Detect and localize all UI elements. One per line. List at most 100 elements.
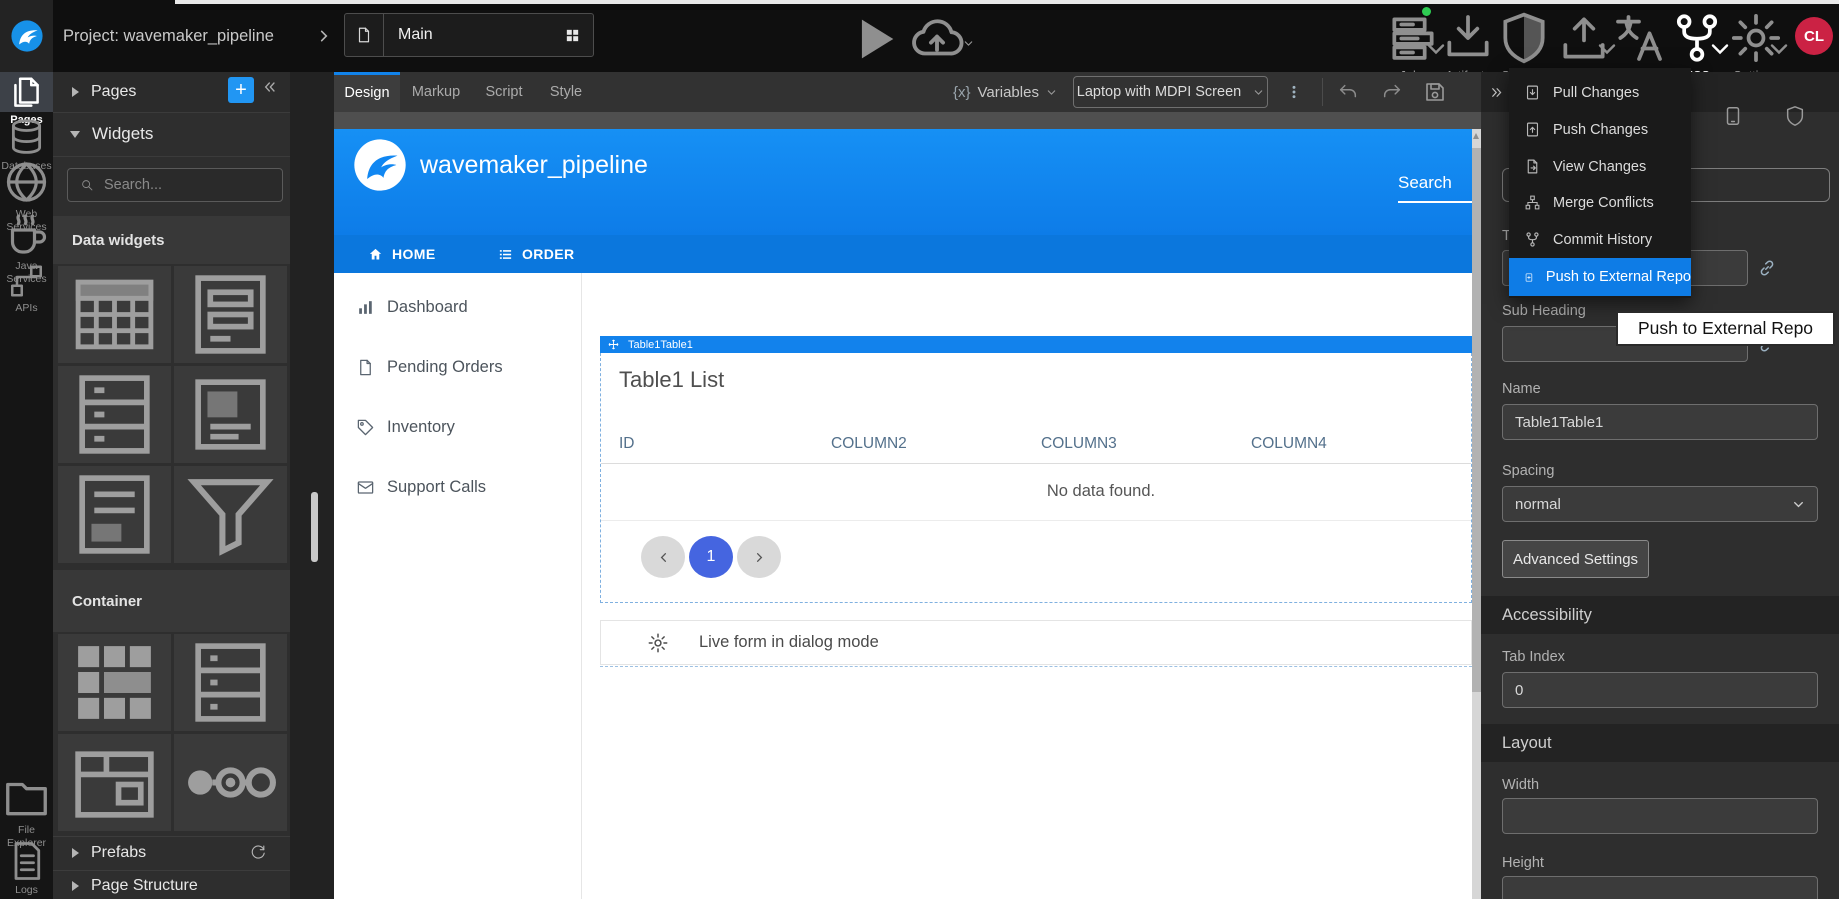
tab-style[interactable]: Style [536, 72, 596, 112]
menu-item-push-changes[interactable]: Push Changes [1509, 111, 1691, 148]
sidenav-item-support-calls[interactable]: Support Calls [334, 467, 582, 507]
layout-section-header[interactable]: Layout [1481, 724, 1839, 762]
pages-header-row[interactable]: Pages + [53, 72, 290, 113]
add-page-button[interactable]: + [228, 77, 254, 103]
rail-item-logs[interactable]: Logs [0, 840, 53, 882]
search-icon [80, 178, 94, 192]
tab-markup[interactable]: Markup [400, 72, 472, 112]
sidenav-item-dashboard[interactable]: Dashboard [334, 287, 582, 327]
sidenav-item-inventory[interactable]: Inventory [334, 407, 582, 447]
menu-item-merge-conflicts[interactable]: Merge Conflicts [1509, 184, 1691, 221]
menu-item-commit-history[interactable]: Commit History [1509, 221, 1691, 258]
collapse-panel-icon[interactable] [262, 79, 278, 95]
tab-script[interactable]: Script [472, 72, 536, 112]
page-file-icon [345, 14, 384, 56]
deploy-chevron-icon[interactable] [963, 38, 974, 49]
widget-tile-live-form[interactable]: Live Form [58, 466, 171, 563]
gap-scrollbar-thumb[interactable] [311, 492, 318, 562]
widget-dashed-boundary [600, 666, 1472, 667]
tab-design[interactable]: Design [334, 72, 400, 112]
move-handle-icon[interactable] [608, 339, 619, 350]
title-bind-link-icon[interactable] [1757, 258, 1777, 278]
device-preview-icon[interactable] [1722, 105, 1744, 127]
menu-item-pull-changes[interactable]: Pull Changes [1509, 74, 1691, 111]
device-chevron-icon [1253, 87, 1264, 98]
widget-tile-cards[interactable]: Cards [174, 366, 287, 463]
canvas-scrollbar-thumb[interactable] [1472, 148, 1481, 692]
push-external-repo-icon [1524, 269, 1534, 286]
widget-search-input[interactable]: Search... [67, 168, 283, 202]
chevron-left-icon [657, 551, 670, 564]
scrollbar-up-arrow-icon[interactable] [1473, 133, 1479, 139]
device-selector[interactable]: Laptop with MDPI Screen [1073, 76, 1268, 108]
widget-tile-accordion[interactable]: Accordion [174, 634, 287, 731]
redo-icon[interactable] [1381, 81, 1403, 103]
nav-item-home[interactable]: HOME [368, 235, 436, 273]
user-avatar[interactable]: CL [1795, 17, 1833, 55]
grid-layout-icon [58, 634, 171, 731]
tab-index-input[interactable]: 0 [1502, 672, 1818, 708]
widget-tile-list[interactable]: List [58, 366, 171, 463]
grid-view-icon[interactable] [564, 27, 581, 44]
rail-item-java-services[interactable]: Java Services [0, 210, 53, 258]
menu-item-push-to-external-repo[interactable]: Push to External Repo [1509, 258, 1691, 296]
selected-widget-tag[interactable]: Table1Table1 [600, 336, 1472, 353]
app-search-link[interactable]: Search [1398, 173, 1452, 193]
pagination-next-button[interactable] [737, 536, 781, 578]
rail-item-web-services[interactable]: Web Services [0, 158, 53, 206]
commit-history-icon [1524, 231, 1541, 248]
database-icon [0, 116, 53, 158]
name-input[interactable]: Table1Table1 [1502, 404, 1818, 440]
spacing-select[interactable]: normal [1502, 486, 1818, 522]
page-tab-label: Main [398, 26, 433, 44]
security-shield-icon [1496, 10, 1552, 66]
page-tab-main[interactable]: Main [344, 13, 594, 57]
column-header-column3[interactable]: COLUMN3 [1041, 435, 1117, 453]
canvas-scrollbar[interactable] [1472, 129, 1481, 899]
variables-button[interactable]: {x} Variables [953, 72, 1057, 112]
prefabs-header-row[interactable]: Prefabs [53, 836, 290, 869]
expand-panel-icon[interactable] [1489, 85, 1504, 100]
column-header-column4[interactable]: COLUMN4 [1251, 435, 1327, 453]
menu-item-view-changes[interactable]: View Changes [1509, 148, 1691, 185]
app-header[interactable]: wavemaker_pipeline Search [334, 129, 1472, 235]
variables-x-icon: {x} [953, 84, 971, 101]
widget-search-placeholder: Search... [104, 177, 162, 193]
live-form-dialog-bar[interactable]: Live form in dialog mode [600, 620, 1472, 665]
nav-item-order[interactable]: ORDER [498, 235, 575, 273]
width-input[interactable] [1502, 798, 1818, 834]
height-input[interactable] [1502, 876, 1818, 899]
kebab-menu-icon[interactable] [1286, 81, 1302, 103]
save-icon[interactable] [1423, 80, 1447, 104]
page-structure-caret-icon [72, 881, 79, 891]
table-empty-row: No data found. [601, 464, 1471, 521]
section-container: Container [53, 570, 290, 632]
app-logo-icon [352, 137, 408, 193]
column-header-id[interactable]: ID [619, 435, 635, 453]
page-structure-header-row[interactable]: Page Structure [53, 870, 290, 899]
undo-icon[interactable] [1337, 81, 1359, 103]
sidenav-item-pending-orders[interactable]: Pending Orders [334, 347, 582, 387]
widgets-header-row[interactable]: Widgets [53, 112, 290, 157]
widget-tile-live-filter[interactable]: Live Filter [174, 466, 287, 563]
widget-tile-data-table[interactable]: Data Table [58, 266, 171, 363]
accessibility-section-header[interactable]: Accessibility [1481, 596, 1839, 634]
widget-tile-wizard[interactable]: Wizard [174, 734, 287, 831]
refresh-prefabs-icon[interactable] [250, 844, 267, 861]
pagination-page-1-button[interactable]: 1 [689, 536, 733, 578]
widget-tile-tabs[interactable]: Tabs [58, 734, 171, 831]
widget-tile-grid-layout[interactable]: Grid Layout [58, 634, 171, 731]
rail-item-pages[interactable]: Pages [0, 72, 53, 112]
canvas-top-band [334, 112, 1481, 129]
column-header-column2[interactable]: COLUMN2 [831, 435, 907, 453]
table-widget[interactable]: Table1 List ID COLUMN2 COLUMN3 COLUMN4 N… [600, 353, 1472, 603]
advanced-settings-button[interactable]: Advanced Settings [1502, 540, 1649, 578]
spacing-chevron-icon [1792, 498, 1805, 511]
shield-outline-icon[interactable] [1784, 105, 1806, 127]
rail-item-databases[interactable]: Databases [0, 116, 53, 158]
pagination-prev-button[interactable] [641, 536, 685, 578]
rail-item-file-explorer[interactable]: File Explorer [0, 772, 53, 822]
widget-tile-form[interactable]: Form [174, 266, 287, 363]
rail-item-apis[interactable]: APIs [0, 262, 53, 300]
wavemaker-logo[interactable] [0, 0, 53, 72]
